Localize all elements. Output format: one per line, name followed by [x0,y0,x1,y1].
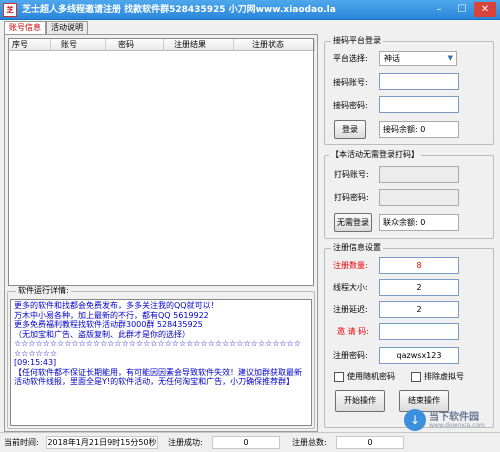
time-label: 当前时间: [4,438,39,447]
random-password-checkbox[interactable] [334,372,344,382]
threads-input[interactable]: 2 [379,279,459,296]
success-label: 注册成功: [168,438,203,447]
app-logo-icon: 芝 [3,3,17,17]
login-button[interactable]: 登录 [334,120,366,139]
platform-select[interactable]: 神话 ▼ [379,51,457,66]
exclude-virtual-checkbox[interactable] [411,372,421,382]
close-icon[interactable]: ✕ [474,2,496,17]
delay-input[interactable]: 2 [379,301,459,318]
total-label: 注册总数: [292,438,327,447]
reg-password-label: 注册密码: [333,351,368,360]
status-bar: 当前时间: 2018年1月21日9时15分50秒 注册成功: 0 注册总数: 0 [0,432,500,452]
no-login-button[interactable]: 无需登录 [334,213,372,232]
log-group-title: 软件运行详情: [16,286,71,296]
captcha-password-input[interactable] [379,189,459,206]
chevron-down-icon[interactable]: ▼ [448,52,453,65]
captcha-group: 【本活动无需登录打码】 打码账号: 打码密码: 无需登录 联众余额: 0 [324,150,494,239]
column-header-result[interactable]: 注册结果 [164,39,234,51]
platform-label: 平台选择: [333,54,368,63]
platform-value: 神话 [384,54,400,63]
time-value: 2018年1月21日9时15分50秒 [46,436,158,449]
log-group: 软件运行详情: 更多的软件和找都会免费发布，多多关注我的QQ就可以！ 万木中小易… [7,286,315,429]
captcha-account-input[interactable] [379,166,459,183]
title-bar[interactable]: 芝 芝士超人多线程邀请注册 找款软件群528435925 小刀网www.xiao… [0,0,500,20]
login-group-title: 接码平台登录 [331,36,383,46]
log-textarea[interactable]: 更多的软件和找都会免费发布，多多关注我的QQ就可以！ 万木中小易各种，加上最新的… [10,299,312,426]
random-password-label: 使用随机密码 [347,372,395,381]
minimize-icon[interactable]: – [428,2,450,17]
column-header-password[interactable]: 密码 [106,39,164,51]
delay-label: 注册延迟: [333,305,368,314]
account-input[interactable] [379,73,459,90]
password-input[interactable] [379,96,459,113]
login-group: 接码平台登录 平台选择: 神话 ▼ 接码账号: 接码密码: 登录 接码余额: 0 [324,36,494,145]
exclude-virtual-label: 排除虚拟号 [424,372,464,381]
invite-code-input[interactable] [379,323,459,340]
account-table[interactable]: 序号 账号 密码 注册结果 注册状态 [8,38,315,286]
watermark-title: 当下软件园 [429,412,479,423]
count-input[interactable]: 8 [379,257,459,274]
settings-group: 注册信息设置 注册数量: 8 线程大小: 2 注册延迟: 2 邀 请 码: 注册… [324,243,494,428]
reg-password-input[interactable]: qazwsx123 [379,347,459,364]
success-value: 0 [212,436,280,449]
maximize-icon[interactable]: ☐ [451,2,473,17]
watermark-logo-icon: ↓ [404,409,426,431]
count-label: 注册数量: [333,261,368,270]
column-header-status[interactable]: 注册状态 [234,39,315,51]
total-value: 0 [336,436,404,449]
tab-content: 序号 账号 密码 注册结果 注册状态 软件运行详情: 更多的软件和找都会免费发布… [4,34,318,432]
column-header-index[interactable]: 序号 [9,39,51,51]
tab-account-info[interactable]: 账号信息 [4,21,46,35]
window-title: 芝士超人多线程邀请注册 找款软件群528435925 小刀网www.xiaoda… [22,5,336,15]
account-label: 接码账号: [333,78,368,87]
captcha-password-label: 打码密码: [334,193,369,202]
column-header-account[interactable]: 账号 [51,39,106,51]
start-button[interactable]: 开始操作 [335,390,385,412]
tab-activity-description[interactable]: 活动说明 [46,21,88,34]
balance-display: 接码余额: 0 [379,121,459,138]
threads-label: 线程大小: [333,283,368,292]
captcha-group-title: 【本活动无需登录打码】 [329,150,421,160]
password-label: 接码密码: [333,101,368,110]
invite-code-label: 邀 请 码: [337,327,369,336]
captcha-account-label: 打码账号: [334,170,369,179]
lianzhong-balance-display: 联众余额: 0 [379,214,459,231]
settings-group-title: 注册信息设置 [331,243,383,253]
watermark-url: www.downxia.com [429,422,485,429]
table-header: 序号 账号 密码 注册结果 注册状态 [9,39,315,51]
watermark: ↓ 当下软件园 www.downxia.com [404,405,498,435]
